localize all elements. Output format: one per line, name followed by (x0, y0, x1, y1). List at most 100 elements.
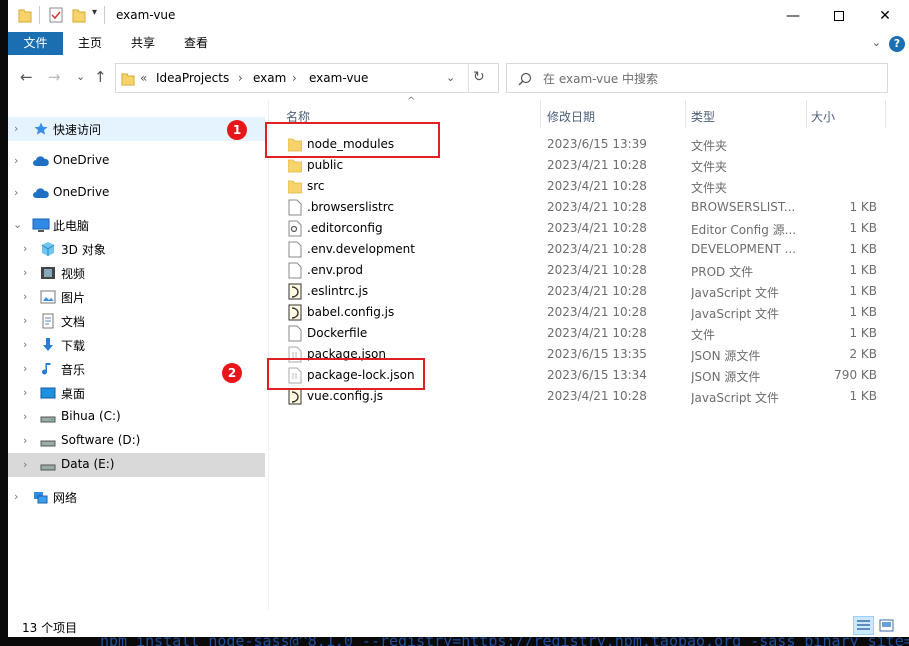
large-icons-view-button[interactable] (876, 616, 897, 635)
sidebar-item-pictures[interactable]: › 图片 (8, 285, 265, 309)
chevron-right-icon[interactable]: › (14, 122, 18, 135)
chevron-down-icon[interactable]: ⌄ (13, 218, 22, 231)
expand-ribbon-icon[interactable]: ⌄ (872, 36, 881, 49)
chevron-right-icon[interactable]: › (23, 290, 27, 303)
file-type: JSON 源文件 (691, 349, 761, 363)
close-button[interactable]: ✕ (862, 0, 908, 31)
file-row-browserslistrc[interactable]: .browserslistrc 2023/4/21 10:28 BROWSERS… (268, 197, 909, 218)
properties-icon[interactable] (49, 7, 63, 26)
file-name: .eslintrc.js (307, 284, 369, 298)
sidebar-item-this-pc[interactable]: ⌄ 此电脑 (8, 213, 265, 237)
file-size: 1 KB (849, 284, 877, 298)
file-type: DEVELOPMENT ... (691, 242, 797, 256)
breadcrumb-exam[interactable]: exam (253, 71, 286, 85)
file-date: 2023/4/21 10:28 (547, 284, 647, 298)
sidebar-item-label: Software (D:) (61, 433, 141, 447)
column-header-type[interactable]: 类型 (686, 100, 806, 128)
address-dropdown-icon[interactable]: ⌄ (446, 71, 455, 84)
tab-share[interactable]: 共享 (117, 32, 169, 55)
file-row-eslintrc[interactable]: .eslintrc.js 2023/4/21 10:28 JavaScript … (268, 281, 909, 302)
file-row-env-development[interactable]: .env.development 2023/4/21 10:28 DEVELOP… (268, 239, 909, 260)
chevron-right-icon[interactable]: › (14, 186, 18, 199)
window-title: exam-vue (116, 8, 176, 22)
sidebar-item-onedrive-2[interactable]: › OneDrive (8, 181, 265, 205)
column-separator[interactable] (885, 100, 886, 128)
refresh-button[interactable]: ↻ (473, 69, 485, 85)
sidebar-item-desktop[interactable]: › 桌面 (8, 381, 265, 405)
sidebar-item-3d-objects[interactable]: › 3D 对象 (8, 237, 265, 261)
file-size: 1 KB (849, 200, 877, 214)
file-type: Editor Config 源... (691, 223, 797, 237)
quick-access-toolbar-dropdown-icon[interactable]: ▾ (92, 7, 97, 18)
file-size: 1 KB (849, 221, 877, 235)
recent-locations-dropdown[interactable]: ⌄ (76, 70, 85, 83)
column-header-size[interactable]: 大小 (807, 100, 885, 128)
maximize-button[interactable] (816, 0, 862, 31)
sidebar-item-documents[interactable]: › 文档 (8, 309, 265, 333)
minimize-icon: — (786, 7, 800, 24)
chevron-right-icon[interactable]: › (23, 314, 27, 327)
minimize-button[interactable]: — (770, 0, 816, 31)
file-type: BROWSERSLIST... (691, 200, 796, 214)
file-type: 文件夹 (691, 160, 728, 174)
file-row-babel-config[interactable]: babel.config.js 2023/4/21 10:28 JavaScri… (268, 302, 909, 323)
folder-icon (18, 7, 32, 26)
file-date: 2023/4/21 10:28 (547, 158, 647, 172)
breadcrumb-exam-vue[interactable]: exam-vue (309, 71, 368, 85)
up-button[interactable]: ↑ (94, 68, 107, 86)
chevron-right-icon[interactable]: › (23, 242, 27, 255)
file-name: .env.development (307, 242, 415, 256)
search-box[interactable] (506, 63, 888, 93)
breadcrumb-separator[interactable]: › (238, 71, 243, 85)
file-row-dockerfile[interactable]: Dockerfile 2023/4/21 10:28 文件 1 KB (268, 323, 909, 344)
breadcrumb-ideaprojects[interactable]: IdeaProjects (156, 71, 229, 85)
sidebar-item-network[interactable]: › 网络 (8, 485, 265, 509)
file-row-env-prod[interactable]: .env.prod 2023/4/21 10:28 PROD 文件 1 KB (268, 260, 909, 281)
chevron-right-icon[interactable]: › (23, 434, 27, 447)
computer-icon (32, 217, 50, 233)
tab-view[interactable]: 查看 (170, 32, 222, 55)
tab-file[interactable]: 文件 (8, 32, 63, 55)
sidebar-item-downloads[interactable]: › 下载 (8, 333, 265, 357)
tab-home[interactable]: 主页 (64, 32, 116, 55)
sidebar-item-label: 快速访问 (53, 123, 102, 137)
file-row-editorconfig[interactable]: .editorconfig 2023/4/21 10:28 Editor Con… (268, 218, 909, 239)
sidebar-item-onedrive[interactable]: › OneDrive (8, 149, 265, 173)
file-row-src[interactable]: src 2023/4/21 10:28 文件夹 (268, 176, 909, 197)
file-size: 1 KB (849, 305, 877, 319)
file-type: 文件 (691, 328, 716, 342)
address-overflow[interactable]: « (140, 71, 147, 85)
sidebar-item-videos[interactable]: › 视频 (8, 261, 265, 285)
sidebar-item-label: OneDrive (53, 153, 110, 167)
file-row-public[interactable]: public 2023/4/21 10:28 文件夹 (268, 155, 909, 176)
chevron-right-icon[interactable]: › (14, 154, 18, 167)
new-folder-icon[interactable] (72, 7, 86, 26)
document-icon (40, 313, 56, 329)
breadcrumb-separator[interactable]: › (292, 71, 297, 85)
forward-button[interactable]: → (48, 68, 61, 86)
chevron-right-icon[interactable]: › (23, 410, 27, 423)
chevron-right-icon[interactable]: › (23, 266, 27, 279)
chevron-right-icon[interactable]: › (23, 338, 27, 351)
js-file-icon (288, 283, 302, 300)
address-bar[interactable]: « IdeaProjects › exam › exam-vue ⌄ ↻ (115, 63, 499, 93)
search-input[interactable] (543, 70, 873, 87)
help-button[interactable]: ? (889, 36, 905, 52)
sidebar-item-label: 桌面 (61, 387, 86, 401)
column-header-date[interactable]: 修改日期 (541, 100, 685, 128)
sidebar-item-drive-d[interactable]: › Software (D:) (8, 429, 265, 453)
chevron-right-icon[interactable]: › (23, 362, 27, 375)
chevron-right-icon[interactable]: › (23, 386, 27, 399)
sidebar-item-label: 图片 (61, 291, 86, 305)
chevron-right-icon[interactable]: › (23, 458, 27, 471)
sidebar-item-drive-c[interactable]: › Bihua (C:) (8, 405, 265, 429)
chevron-right-icon[interactable]: › (14, 490, 18, 503)
navigation-pane: › 快速访问 › OneDrive › OneDrive ⌄ 此电脑 › 3D … (8, 100, 267, 610)
back-button[interactable]: ← (20, 68, 33, 86)
details-view-button[interactable] (853, 616, 874, 635)
sidebar-item-label: 视频 (61, 267, 86, 281)
file-size: 1 KB (849, 263, 877, 277)
js-file-icon (288, 388, 302, 405)
file-type: JavaScript 文件 (691, 286, 779, 300)
sidebar-item-drive-e[interactable]: › Data (E:) (8, 453, 265, 477)
